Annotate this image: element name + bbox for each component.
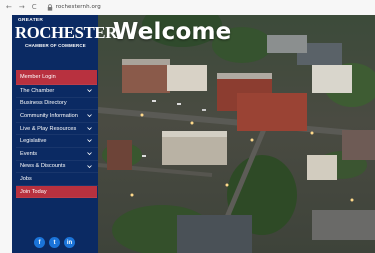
lock-icon bbox=[47, 3, 52, 11]
menu-item-news-discounts[interactable]: News & Discounts bbox=[16, 161, 98, 174]
menu-item-live-play-resources[interactable]: Live & Play Resources bbox=[16, 123, 98, 136]
hero-title: Welcome bbox=[113, 19, 232, 45]
back-button[interactable]: ← bbox=[6, 0, 12, 14]
reload-button[interactable]: C bbox=[32, 0, 37, 14]
chamber-logo[interactable]: GREATER ROCHESTER CHAMBER OF COMMERCE bbox=[12, 15, 117, 69]
menu-item-label: Community Information bbox=[20, 112, 78, 119]
menu-item-label: The Chamber bbox=[20, 87, 55, 94]
social-links: f t in bbox=[34, 237, 75, 248]
menu-item-community-information[interactable]: Community Information bbox=[16, 110, 98, 123]
chevron-down-icon bbox=[87, 139, 92, 143]
menu-item-events[interactable]: Events bbox=[16, 148, 98, 161]
menu-item-label: News & Discounts bbox=[20, 163, 66, 170]
page-viewport: Welcome GREATER ROCHESTER CHAMBER OF COM… bbox=[12, 15, 375, 253]
menu-item-business-directory[interactable]: Business Directory bbox=[16, 98, 98, 111]
logo-line-2: ROCHESTER bbox=[15, 23, 117, 42]
twitter-icon[interactable]: t bbox=[49, 237, 60, 248]
menu-item-join-today[interactable]: Join Today bbox=[16, 185, 97, 199]
logo-line-3: CHAMBER OF COMMERCE bbox=[25, 43, 86, 48]
browser-toolbar: ← → C rochesternh.org bbox=[6, 0, 375, 14]
menu-item-the-chamber[interactable]: The Chamber bbox=[16, 85, 98, 98]
url-text: rochesternh.org bbox=[55, 4, 101, 10]
chevron-down-icon bbox=[87, 152, 92, 156]
linkedin-icon[interactable]: in bbox=[64, 237, 75, 248]
menu-item-label: Legislative bbox=[20, 138, 47, 145]
menu-item-label: Events bbox=[20, 150, 38, 157]
facebook-icon[interactable]: f bbox=[34, 237, 45, 248]
menu-item-label: Live & Play Resources bbox=[20, 125, 77, 132]
menu-item-label: Member Login bbox=[20, 74, 56, 80]
menu-item-jobs[interactable]: Jobs bbox=[16, 173, 98, 186]
chevron-down-icon bbox=[87, 114, 92, 118]
menu-item-label: Join Today bbox=[20, 188, 47, 195]
chevron-down-icon bbox=[87, 164, 92, 168]
forward-button[interactable]: → bbox=[19, 0, 25, 14]
menu-item-label: Business Directory bbox=[20, 100, 67, 107]
chevron-down-icon bbox=[87, 126, 92, 130]
chevron-down-icon bbox=[87, 89, 92, 93]
main-menu: Member Login The Chamber Business Direct… bbox=[16, 70, 98, 199]
menu-item-label: Jobs bbox=[20, 175, 32, 182]
menu-item-member-login[interactable]: Member Login bbox=[16, 70, 97, 85]
sidebar: GREATER ROCHESTER CHAMBER OF COMMERCE Me… bbox=[12, 15, 117, 253]
menu-item-legislative[interactable]: Legislative bbox=[16, 135, 98, 148]
address-bar[interactable]: rochesternh.org bbox=[47, 3, 101, 11]
